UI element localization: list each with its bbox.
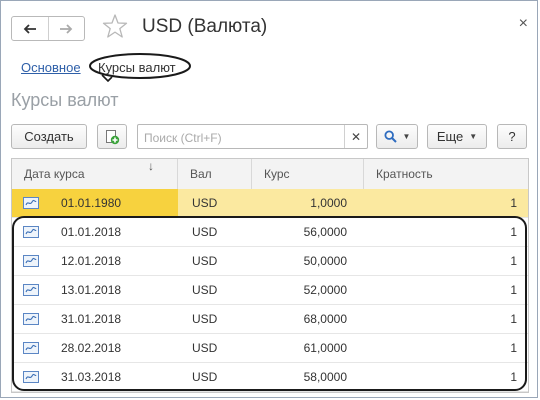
cell-multiplicity: 1 [510,370,517,384]
record-icon [23,284,39,296]
column-multiplicity[interactable]: Кратность [364,159,528,189]
section-title: Курсы валют [11,90,119,110]
navigation-buttons [11,16,85,41]
record-icon [23,342,39,354]
cell-multiplicity: 1 [510,312,517,326]
clear-search-button[interactable]: ✕ [344,125,367,148]
window-title: USD (Валюта) [142,16,268,37]
currency-window: USD (Валюта) × Основное Курсы валют Курс… [0,0,538,398]
table-row[interactable]: 28.02.2018 USD 61,0000 1 [12,334,528,363]
column-rate[interactable]: Курс [252,159,364,189]
cell-currency: USD [192,254,218,268]
forward-button[interactable] [47,17,85,40]
table-row[interactable]: 31.03.2018 USD 58,0000 1 [12,363,528,392]
copy-add-icon [106,129,120,144]
cell-rate: 50,0000 [303,254,347,268]
more-button[interactable]: Еще ▼ [427,124,487,149]
chevron-down-icon: ▼ [469,132,478,141]
cell-currency: USD [192,312,218,326]
table-row[interactable]: 12.01.2018 USD 50,0000 1 [12,247,528,276]
create-button[interactable]: Создать [11,124,87,149]
record-icon [23,197,39,209]
search-field: ✕ [137,124,368,149]
cell-currency: USD [192,283,218,297]
chevron-down-icon: ▼ [402,132,411,141]
tab-main[interactable]: Основное [21,60,81,75]
table-row[interactable]: 13.01.2018 USD 52,0000 1 [12,276,528,305]
more-label: Еще [436,129,464,144]
table-row[interactable]: 01.01.1980 USD 1,0000 1 [12,189,528,218]
cell-rate: 61,0000 [303,341,347,355]
forward-arrow-icon [60,23,73,34]
cell-rate: 56,0000 [303,225,347,239]
cell-multiplicity: 1 [510,225,517,239]
search-icon [384,130,397,143]
column-currency[interactable]: Вал [178,159,252,189]
record-icon [23,255,39,267]
cell-currency: USD [192,225,218,239]
back-arrow-icon [23,23,36,34]
cell-multiplicity: 1 [510,254,517,268]
record-icon [23,371,39,383]
cell-currency: USD [192,370,218,384]
rates-table: Дата курса ↓ Вал Курс Кратность 01.01.19… [11,158,529,393]
close-icon[interactable]: × [519,15,528,33]
star-icon[interactable] [102,13,128,39]
cell-rate: 68,0000 [303,312,347,326]
cell-multiplicity: 1 [510,196,517,210]
table-row[interactable]: 31.01.2018 USD 68,0000 1 [12,305,528,334]
cell-currency: USD [192,341,218,355]
copy-button[interactable] [97,124,127,149]
sort-down-icon[interactable]: ↓ [148,159,154,173]
table-row[interactable]: 01.01.2018 USD 56,0000 1 [12,218,528,247]
help-button[interactable]: ? [497,124,527,149]
record-icon [23,226,39,238]
record-icon [23,313,39,325]
cell-multiplicity: 1 [510,341,517,355]
cell-currency: USD [192,196,218,210]
cell-rate: 1,0000 [310,196,347,210]
cell-multiplicity: 1 [510,283,517,297]
back-button[interactable] [12,17,48,40]
cell-rate: 52,0000 [303,283,347,297]
table-header: Дата курса ↓ Вал Курс Кратность [12,159,528,190]
tab-rates[interactable]: Курсы валют [98,60,176,75]
search-input[interactable] [142,128,342,147]
cell-rate: 58,0000 [303,370,347,384]
search-options-button[interactable]: ▼ [376,124,418,149]
